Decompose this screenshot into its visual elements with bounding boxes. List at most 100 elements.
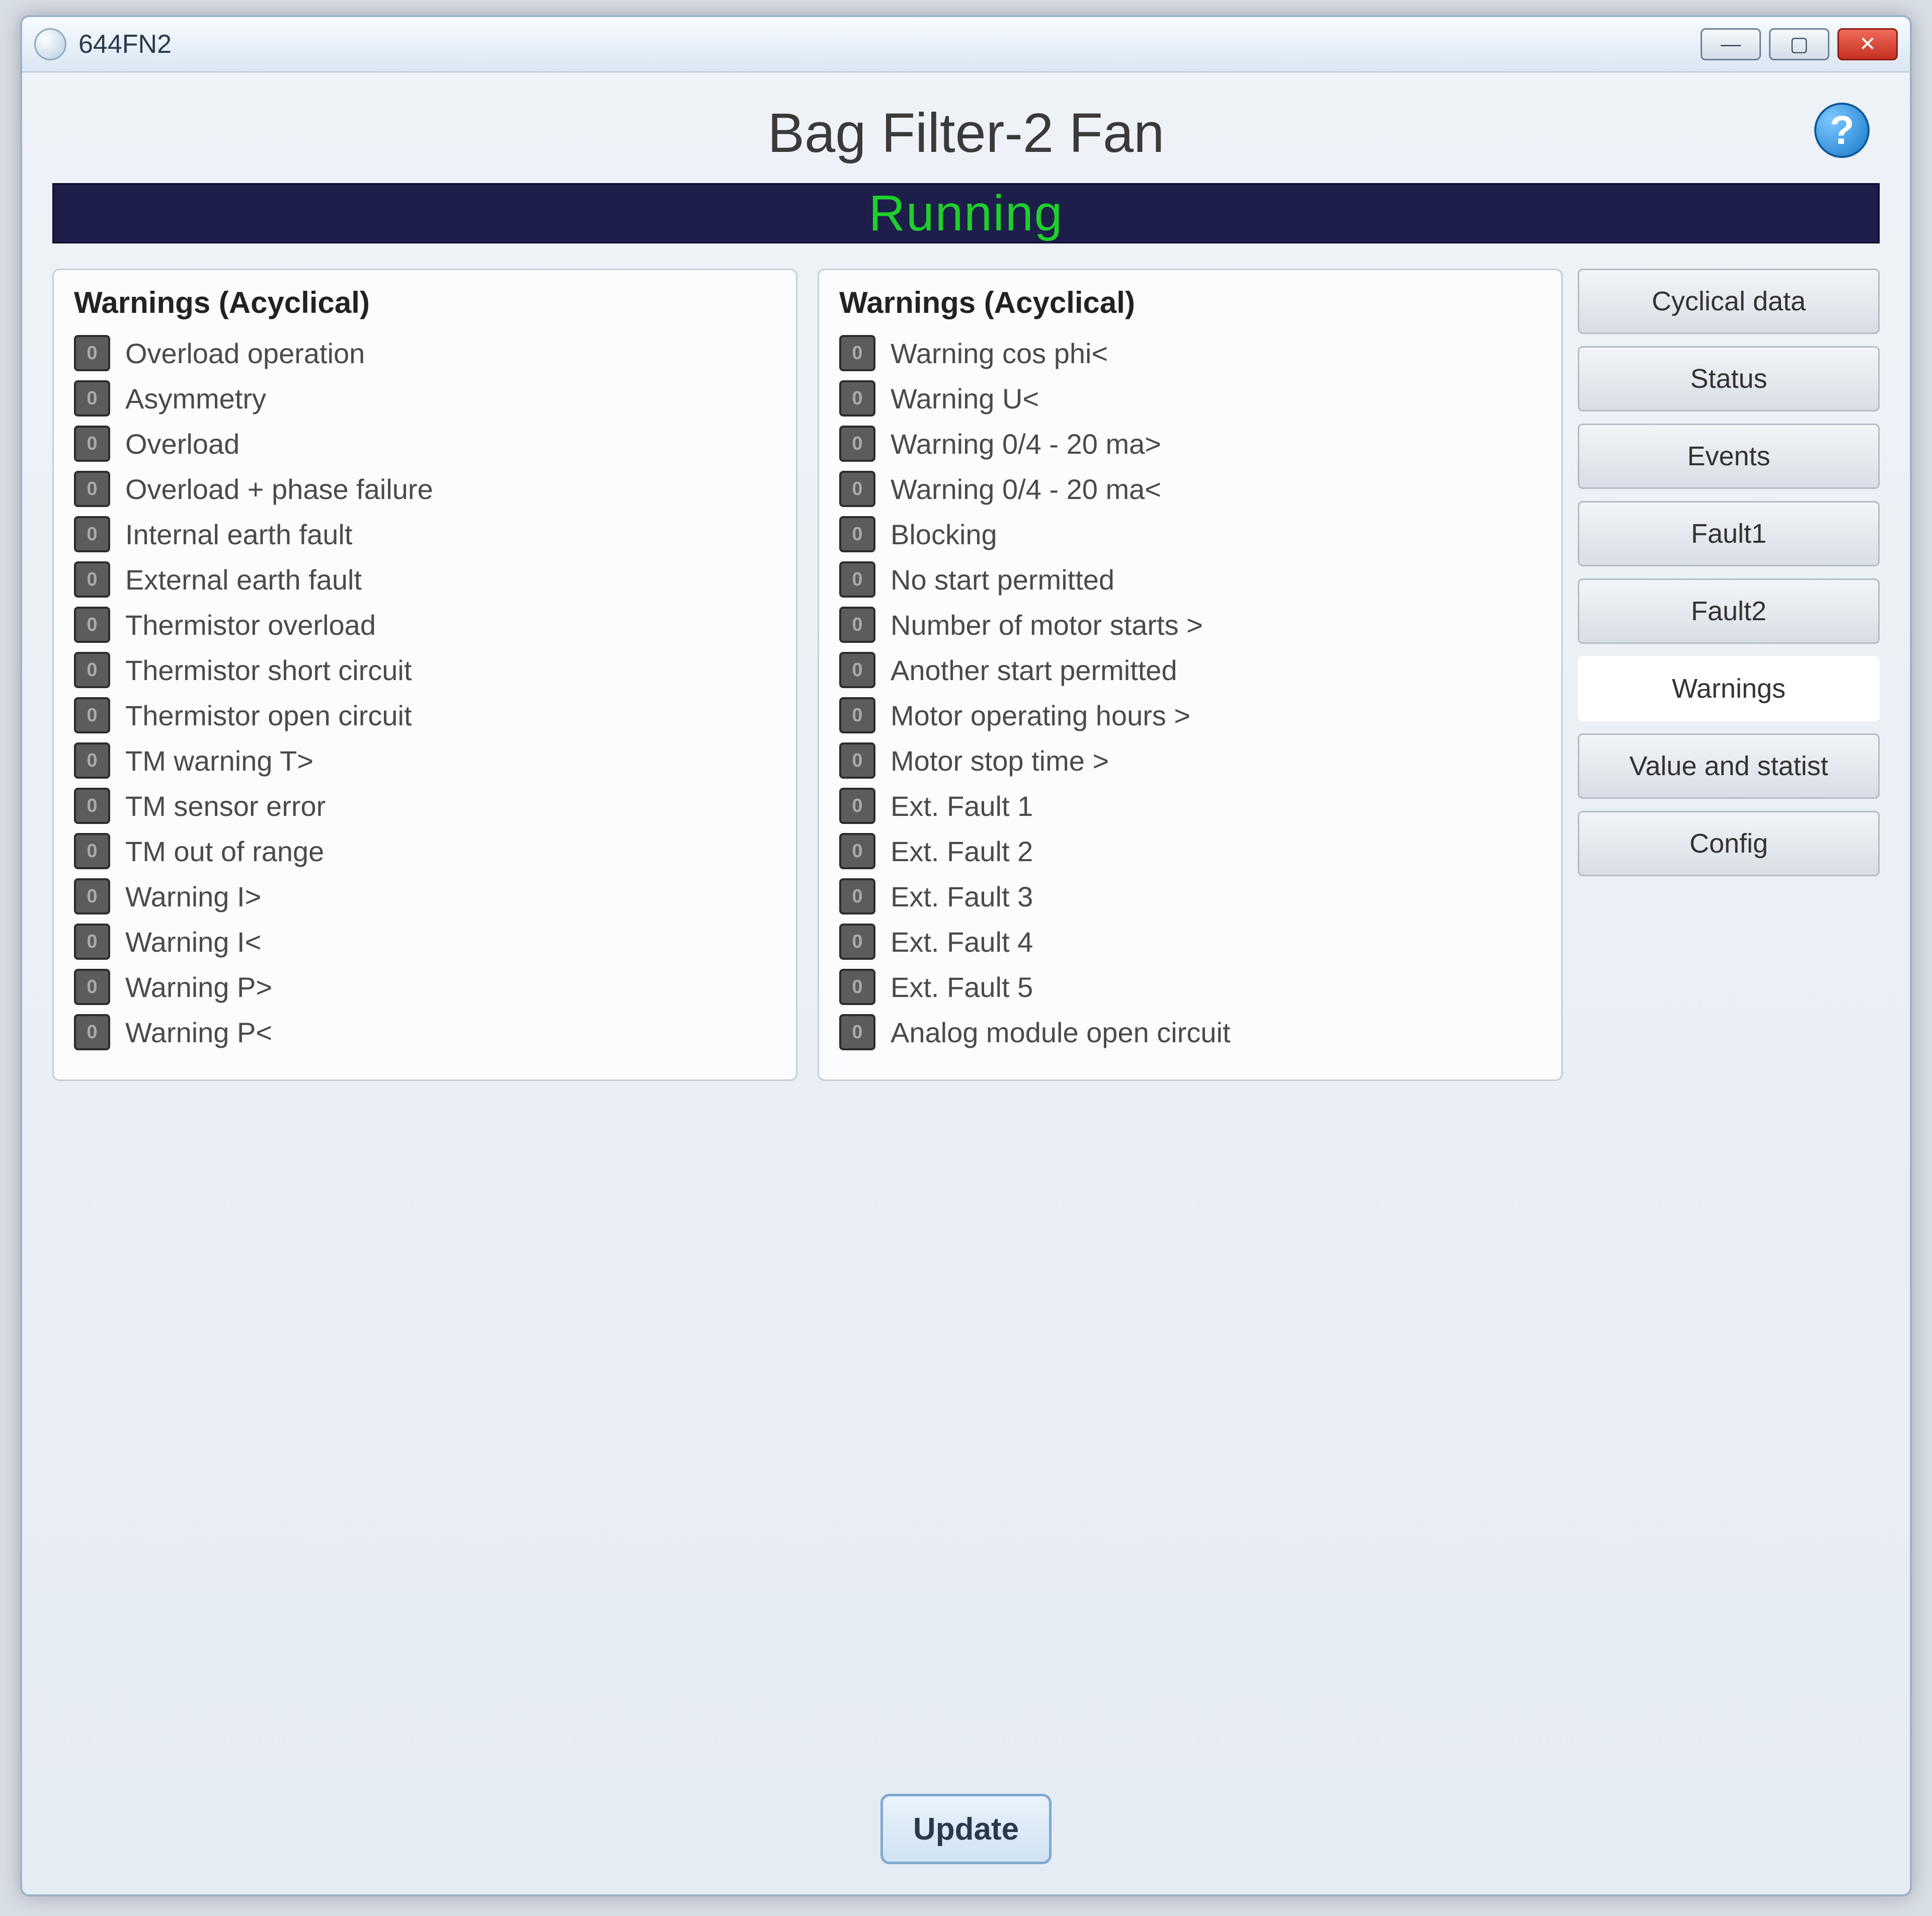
warning-label: TM sensor error — [125, 790, 326, 822]
warning-label: Thermistor short circuit — [125, 654, 412, 687]
warning-indicator: 0 — [839, 426, 875, 462]
header-row: Bag Filter-2 Fan ? — [52, 93, 1880, 173]
warning-item: 0 External earth fault — [74, 561, 776, 598]
warning-label: Ext. Fault 5 — [891, 971, 1033, 1004]
warning-label: Ext. Fault 2 — [891, 835, 1033, 868]
sidebar-tab-events[interactable]: Events — [1578, 424, 1880, 489]
warning-item: 0 Overload — [74, 426, 776, 462]
warning-indicator: 0 — [839, 335, 875, 371]
update-button[interactable]: Update — [880, 1794, 1052, 1864]
warning-item: 0 Overload operation — [74, 335, 776, 371]
warning-item: 0Analog module open circuit — [839, 1014, 1541, 1050]
warning-item: 0TM out of range — [74, 833, 776, 869]
sidebar-tab-config[interactable]: Config — [1578, 811, 1880, 876]
warning-label: TM warning T> — [125, 744, 313, 777]
warning-label: Warning cos phi< — [891, 337, 1108, 370]
warning-indicator: 0 — [74, 561, 110, 598]
warning-item: 0 Another start permitted — [839, 652, 1541, 688]
warning-indicator: 0 — [74, 516, 110, 552]
warning-indicator: 0 — [74, 1014, 110, 1050]
warning-item: 0TM sensor error — [74, 788, 776, 824]
app-icon — [34, 28, 66, 60]
sidebar-tab-warnings[interactable]: Warnings — [1578, 656, 1880, 721]
warning-label: External earth fault — [125, 563, 362, 596]
body-row: Warnings (Acyclical) 0 Overload operation… — [52, 269, 1880, 1774]
warning-indicator: 0 — [839, 380, 875, 416]
warning-item: 0Ext. Fault 4 — [839, 924, 1541, 960]
content-area: Bag Filter-2 Fan ? Running Warnings (Acy… — [22, 72, 1910, 1894]
sidebar: Cyclical data Status Events Fault1 Fault2 War… — [1578, 269, 1880, 1774]
warning-item: 0Motor stop time > — [839, 742, 1541, 779]
warning-label: Overload operation — [125, 337, 365, 370]
titlebar[interactable]: 644FN2 — ▢ ✕ — [22, 17, 1910, 72]
warning-label: Motor operating hours > — [891, 699, 1190, 732]
warning-label: Warning I< — [125, 926, 261, 958]
warning-label: Number of motor starts > — [891, 609, 1203, 641]
warning-item: 0 Thermistor short circuit — [74, 652, 776, 688]
warning-indicator: 0 — [74, 471, 110, 507]
warning-item: 0 Overload + phase failure — [74, 471, 776, 507]
sidebar-tab-value-and-statist[interactable]: Value and statist — [1578, 733, 1880, 799]
warning-indicator: 0 — [839, 652, 875, 688]
warning-label: Internal earth fault — [125, 518, 352, 551]
warning-label: Warning 0/4 - 20 ma< — [891, 473, 1161, 506]
help-icon[interactable]: ? — [1814, 103, 1870, 158]
status-bar: Running — [52, 183, 1880, 243]
warning-item: 0 Warning cos phi< — [839, 335, 1541, 371]
warning-item: 0Ext. Fault 1 — [839, 788, 1541, 824]
warning-item: 0 Warning U< — [839, 380, 1541, 416]
panel-title: Warnings (Acyclical) — [839, 285, 1541, 320]
warning-item: 0Warning P> — [74, 969, 776, 1005]
sidebar-tab-fault2[interactable]: Fault2 — [1578, 578, 1880, 644]
warning-indicator: 0 — [839, 969, 875, 1005]
warning-item: 0Warning 0/4 - 20 ma> — [839, 426, 1541, 462]
panel-items: 0Warning cos phi<0Warning U<0Warning 0/4… — [839, 335, 1541, 1050]
warning-label: Overload + phase failure — [125, 473, 433, 506]
warning-indicator: 0 — [839, 742, 875, 779]
warning-label: Another start permitted — [891, 654, 1177, 687]
sidebar-tab-status[interactable]: Status — [1578, 346, 1880, 411]
sidebar-tab-cyclical-data[interactable]: Cyclical data — [1578, 269, 1880, 334]
warning-indicator: 0 — [839, 471, 875, 507]
warning-indicator: 0 — [839, 788, 875, 824]
warning-indicator: 0 — [839, 833, 875, 869]
sidebar-tab-fault1[interactable]: Fault1 — [1578, 501, 1880, 566]
warning-indicator: 0 — [74, 652, 110, 688]
warnings-panel-right: Warnings (Acyclical) 0Warning cos phi<0W… — [818, 269, 1563, 1081]
warning-label: Thermistor overload — [125, 609, 376, 641]
warning-label: Thermistor open circuit — [125, 699, 412, 732]
maximize-button[interactable]: ▢ — [1769, 28, 1829, 60]
warning-label: Ext. Fault 3 — [891, 880, 1033, 913]
warning-indicator: 0 — [839, 607, 875, 643]
warning-label: Blocking — [891, 518, 997, 551]
warning-indicator: 0 — [839, 924, 875, 960]
warning-indicator: 0 — [74, 426, 110, 462]
warning-label: Analog module open circuit — [891, 1016, 1231, 1049]
warning-item: 0 Ext. Fault 2 — [839, 833, 1541, 869]
close-button[interactable]: ✕ — [1837, 28, 1898, 60]
warning-label: Warning U< — [891, 382, 1039, 415]
warning-indicator: 0 — [839, 878, 875, 914]
warning-item: 0 Warning P< — [74, 1014, 776, 1050]
warning-label: Overload — [125, 428, 239, 460]
warning-indicator: 0 — [74, 878, 110, 914]
warning-label: Warning P> — [125, 971, 272, 1004]
minimize-button[interactable]: — — [1701, 28, 1761, 60]
warning-item: 0Warning I< — [74, 924, 776, 960]
warning-indicator: 0 — [74, 697, 110, 733]
warning-item: 0Blocking — [839, 516, 1541, 552]
warning-indicator: 0 — [74, 742, 110, 779]
status-text: Running — [869, 185, 1064, 242]
warning-label: TM out of range — [125, 835, 324, 868]
panel-title: Warnings (Acyclical) — [74, 285, 776, 320]
warning-label: Warning P< — [125, 1016, 272, 1049]
warning-label: Asymmetry — [125, 382, 266, 415]
update-row: Update — [52, 1774, 1880, 1874]
warning-indicator: 0 — [74, 335, 110, 371]
app-window: 644FN2 — ▢ ✕ Bag Filter-2 Fan ? Running … — [20, 15, 1912, 1896]
panel-items: 0Overload operation0Asymmetry0Overload0O… — [74, 335, 776, 1050]
warning-indicator: 0 — [74, 380, 110, 416]
page-title: Bag Filter-2 Fan — [768, 101, 1165, 165]
warning-item: 0Thermistor overload — [74, 607, 776, 643]
warning-item: 0 Thermistor open circuit — [74, 697, 776, 733]
